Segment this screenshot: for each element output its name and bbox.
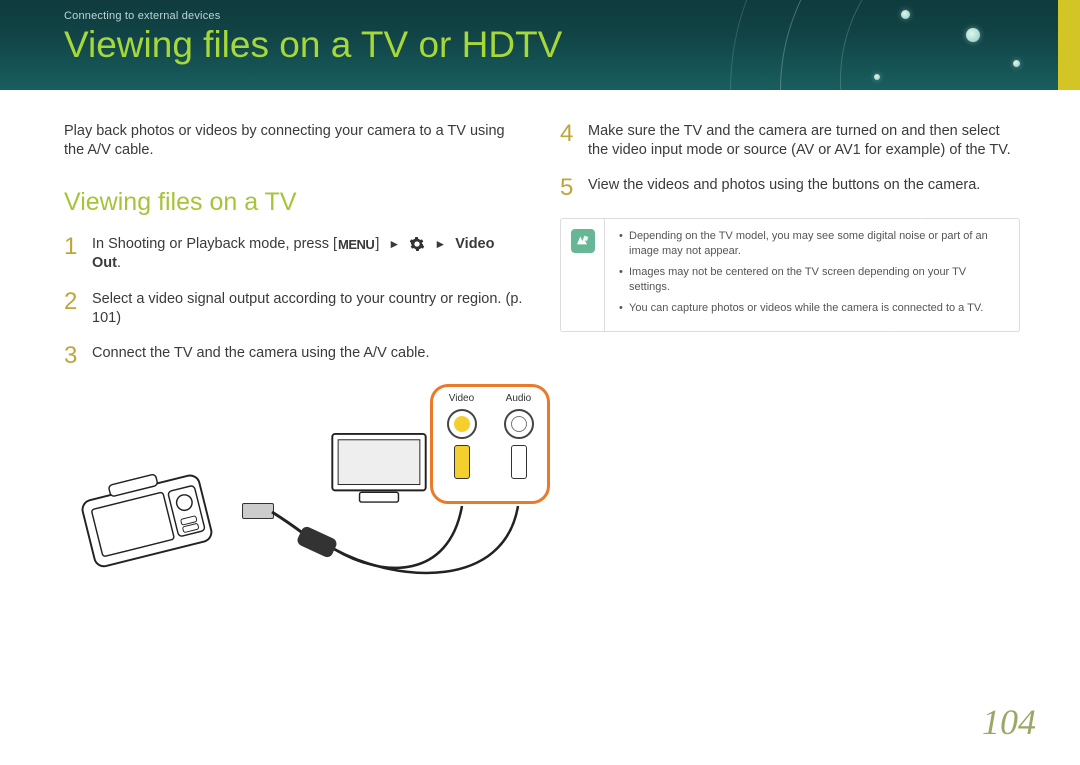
note-icon — [571, 229, 595, 253]
decorative-dot — [1013, 60, 1020, 67]
breadcrumb: Connecting to external devices — [64, 10, 1080, 22]
intro-text: Play back photos or videos by connecting… — [64, 122, 524, 160]
step-body: Select a video signal output according t… — [92, 290, 524, 328]
section-tab — [1058, 0, 1080, 90]
note-item: Images may not be centered on the TV scr… — [619, 265, 1005, 295]
step-2: 2 Select a video signal output according… — [64, 290, 524, 328]
step-text: In Shooting or Playback mode, press [ — [92, 236, 337, 252]
menu-button-icon: MENU — [337, 236, 375, 253]
page-title: Viewing files on a TV or HDTV — [64, 24, 1080, 66]
step-body: Connect the TV and the camera using the … — [92, 344, 524, 368]
step-4: 4 Make sure the TV and the camera are tu… — [560, 122, 1020, 160]
step-3: 3 Connect the TV and the camera using th… — [64, 344, 524, 368]
step-number: 2 — [64, 290, 78, 328]
step-text: . — [117, 255, 121, 271]
av-cable — [64, 384, 564, 604]
note-box: Depending on the TV model, you may see s… — [560, 218, 1020, 332]
step-1: 1 In Shooting or Playback mode, press [M… — [64, 235, 524, 273]
decorative-dot — [901, 10, 910, 19]
note-item: Depending on the TV model, you may see s… — [619, 229, 1005, 259]
note-item: You can capture photos or videos while t… — [619, 301, 1005, 316]
gear-icon — [409, 236, 425, 252]
arrow-icon: ► — [383, 237, 405, 251]
step-number: 5 — [560, 176, 574, 200]
decorative-dot — [874, 74, 880, 80]
connection-diagram: Video Audio — [64, 384, 524, 604]
step-number: 4 — [560, 122, 574, 160]
page-number: 104 — [982, 701, 1036, 743]
note-icon-cell — [561, 219, 605, 331]
page-header: Connecting to external devices Viewing f… — [0, 0, 1080, 90]
left-column: Play back photos or videos by connecting… — [64, 122, 524, 604]
decorative-dot — [966, 28, 980, 42]
step-body: Make sure the TV and the camera are turn… — [588, 122, 1020, 160]
note-body: Depending on the TV model, you may see s… — [605, 219, 1019, 331]
step-number: 3 — [64, 344, 78, 368]
step-5: 5 View the videos and photos using the b… — [560, 176, 1020, 200]
step-body: View the videos and photos using the but… — [588, 176, 1020, 200]
right-column: 4 Make sure the TV and the camera are tu… — [560, 122, 1020, 604]
section-subhead: Viewing files on a TV — [64, 186, 524, 219]
page-content: Play back photos or videos by connecting… — [0, 90, 1080, 604]
step-number: 1 — [64, 235, 78, 273]
arrow-icon: ► — [429, 237, 451, 251]
step-body: In Shooting or Playback mode, press [MEN… — [92, 235, 524, 273]
